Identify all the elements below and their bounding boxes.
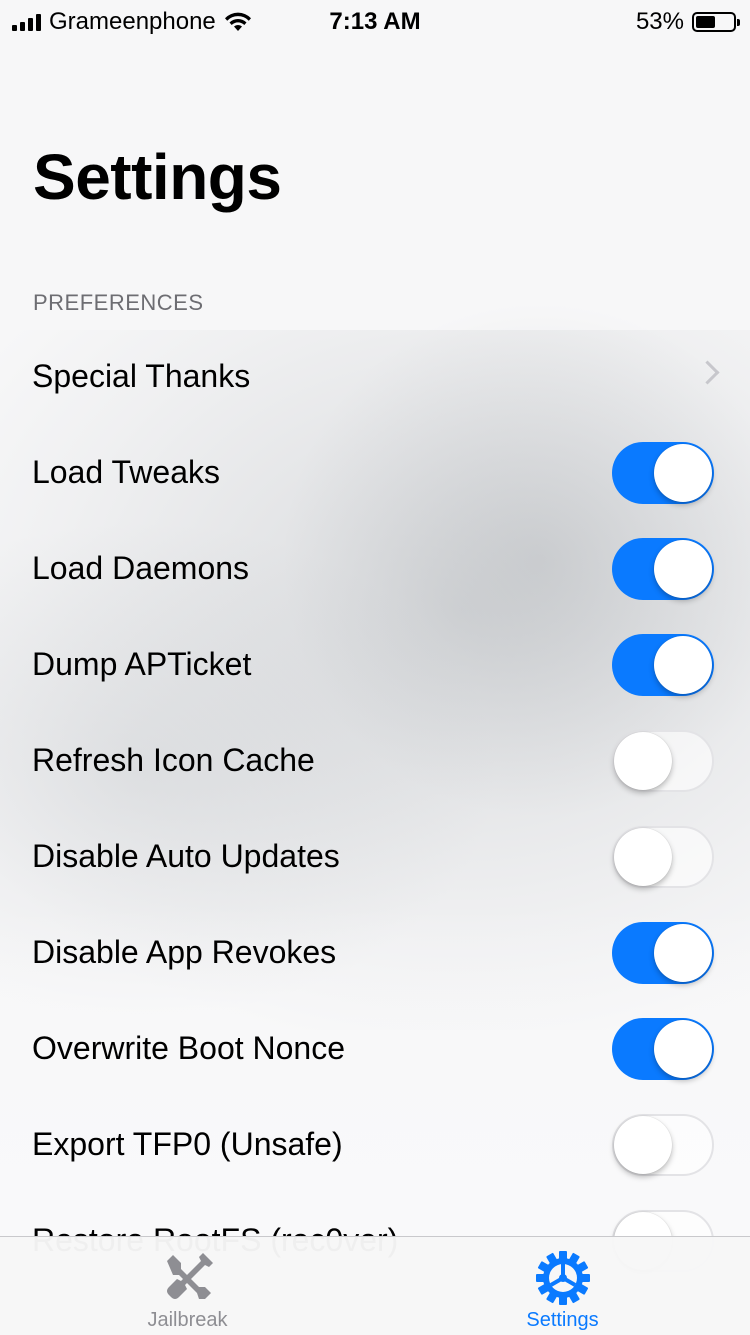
row-label: Load Tweaks: [32, 454, 220, 490]
disable-app-revokes-row: Disable App Revokes: [0, 904, 750, 1000]
row-label: Refresh Icon Cache: [32, 742, 315, 778]
row-label: Disable Auto Updates: [32, 838, 340, 874]
status-bar: Grameenphone 7:13 AM 53%: [0, 0, 750, 40]
row-label: Load Daemons: [32, 550, 250, 586]
overwrite-boot-nonce-row: Overwrite Boot Nonce: [0, 1000, 750, 1096]
load-daemons-row: Load Daemons: [0, 520, 750, 616]
row-label: Overwrite Boot Nonce: [32, 1030, 346, 1066]
dump-apticket-toggle[interactable]: [612, 634, 714, 696]
tab-label: Jailbreak: [147, 1309, 228, 1331]
battery-icon: [692, 12, 740, 32]
battery-percent: 53%: [635, 8, 684, 35]
tools-icon: [166, 1253, 213, 1299]
row-label: Disable App Revokes: [32, 934, 337, 970]
gear-icon: [535, 1251, 590, 1305]
refresh-icon-cache-row: Refresh Icon Cache: [0, 712, 750, 808]
tab-jailbreak[interactable]: Jailbreak: [0, 1237, 375, 1335]
load-tweaks-row: Load Tweaks: [0, 424, 750, 520]
disable-app-revokes-toggle[interactable]: [612, 922, 714, 984]
special-thanks-row[interactable]: Special Thanks: [0, 328, 750, 424]
tab-label: Settings: [526, 1309, 599, 1331]
export-tfp0-row: Export TFP0 (Unsafe): [0, 1096, 750, 1192]
tab-bar: Jailbreak Settings: [0, 1236, 750, 1335]
row-label: Export TFP0 (Unsafe): [32, 1126, 343, 1162]
refresh-icon-cache-toggle[interactable]: [612, 730, 714, 792]
row-label: Dump APTicket: [32, 646, 252, 682]
disable-auto-updates-row: Disable Auto Updates: [0, 808, 750, 904]
dump-apticket-row: Dump APTicket: [0, 616, 750, 712]
load-tweaks-toggle[interactable]: [612, 442, 714, 504]
chevron-right-icon: [695, 360, 720, 385]
overwrite-boot-nonce-toggle[interactable]: [612, 1018, 714, 1080]
row-label: Special Thanks: [32, 358, 251, 394]
page-title: Settings: [33, 141, 282, 213]
export-tfp0-toggle[interactable]: [612, 1114, 714, 1176]
settings-list: Special Thanks Load Tweaks Load Daemons …: [0, 328, 750, 1288]
section-header: PREFERENCES: [33, 290, 204, 315]
disable-auto-updates-toggle[interactable]: [612, 826, 714, 888]
load-daemons-toggle[interactable]: [612, 538, 714, 600]
tab-settings[interactable]: Settings: [375, 1237, 750, 1335]
